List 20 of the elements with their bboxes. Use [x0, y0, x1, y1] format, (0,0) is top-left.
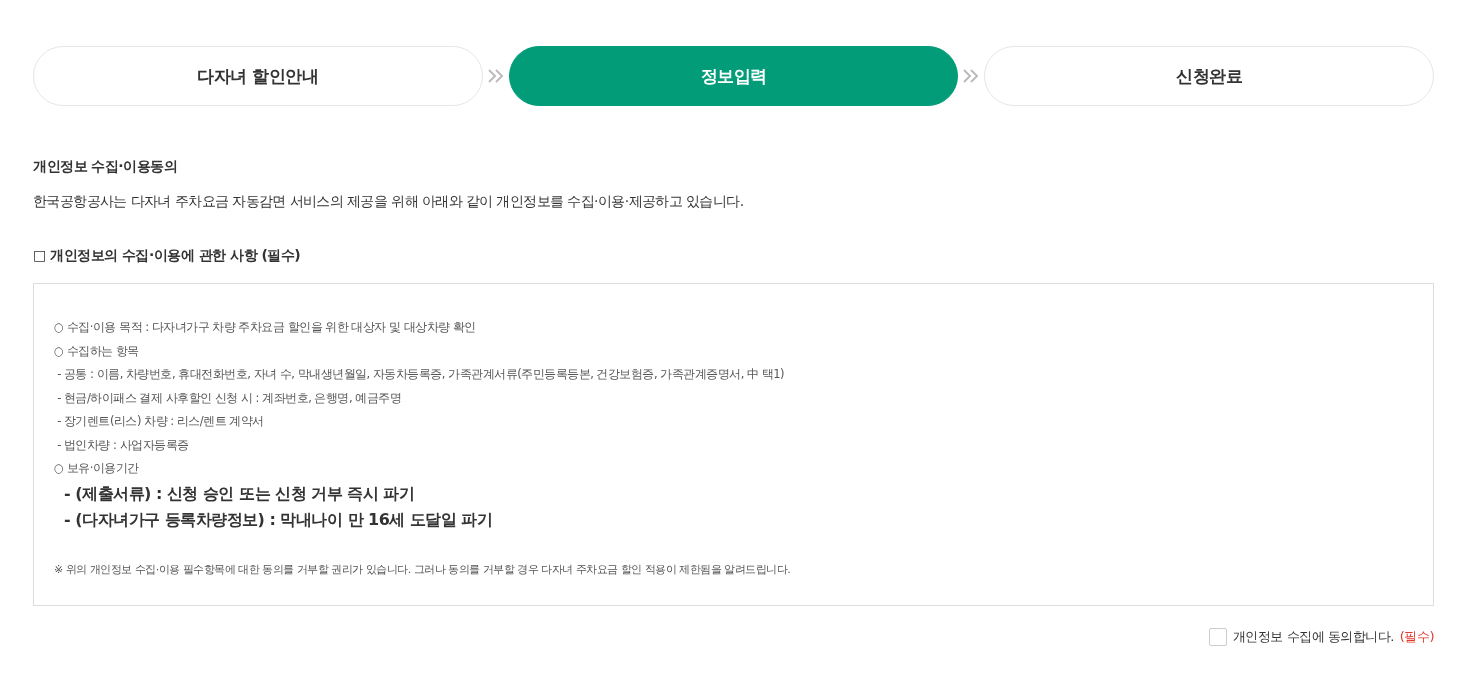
required-label: (필수)	[1399, 627, 1434, 646]
terms-line: - 장기렌트(리스) 차량 : 리스/렌트 계약서	[56, 413, 265, 430]
terms-line: ○ 수집·이용 목적 : 다자녀가구 차량 주차요금 할인을 위한 대상자 및 대상차량 확인	[54, 319, 477, 336]
chevron-icon	[486, 67, 505, 85]
subsection-title: □ 개인정보의 수집·이용에 관한 사항 (필수)	[33, 247, 302, 265]
step-tab[interactable]: 다자녀 할인안내	[33, 46, 483, 106]
terms-line: ○ 보유·이용기간	[54, 460, 140, 477]
terms-line: - (제출서류) : 신청 승인 또는 신청 거부 즉시 파기	[63, 482, 416, 505]
intro-text: 한국공항공사는 다자녀 주차요금 자동감면 서비스의 제공을 위해 아래와 같이 개인정보를 수집·이용·제공하고 있습니다.	[33, 193, 745, 211]
terms-line: - (다자녀가구 등록차량정보) : 막내나이 만 16세 도달일 파기	[63, 508, 494, 531]
terms-line: - 법인차량 : 사업자등록증	[56, 436, 190, 454]
checkbox[interactable]	[1208, 627, 1227, 646]
section-title: 개인정보 수집·이용동의	[33, 158, 179, 176]
terms-line: ○ 수집하는 항목	[54, 342, 140, 360]
terms-line: - 현금/하이패스 결제 사후할인 신청 시 : 계좌번호, 은행명, 예금주명	[56, 389, 403, 407]
notice-text: ※ 위의 개인정보 수집·이용 필수항목에 대한 동의를 거부할 권리가 있습니다. 그러나 동의를 거부할 경우 다자녀 주차요금 할인 적용이 제한됨을 알려드립니다.	[54, 561, 792, 578]
terms-line: - 공통 : 이름, 차량번호, 휴대전화번호, 자녀 수, 막내생년월일, 자동차등록증, 가족관계서류(주민등록등본, 건강보험증, 가족관계증명서, 中 택1)	[56, 366, 786, 383]
agree-label: 개인정보 수집에 동의합니다.	[1232, 627, 1394, 646]
chevron-icon	[962, 67, 981, 85]
step-tab[interactable]: 신청완료	[984, 46, 1434, 106]
